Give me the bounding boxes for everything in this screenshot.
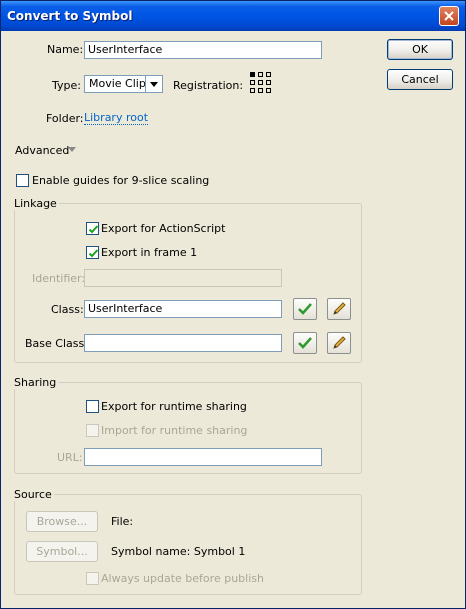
registration-grid-icon: [250, 72, 271, 93]
ok-button[interactable]: OK: [387, 39, 453, 60]
class-field[interactable]: UserInterface: [84, 300, 282, 318]
symbol-name-label: Symbol name: Symbol 1: [111, 545, 246, 558]
base-class-field[interactable]: [84, 334, 282, 352]
base-class-label: Base Class:: [25, 337, 88, 350]
close-button[interactable]: [439, 6, 459, 26]
file-label: File:: [111, 515, 134, 528]
registration-grid[interactable]: [249, 71, 273, 95]
export-frame1-checkbox[interactable]: [86, 246, 99, 259]
validate-base-class-button[interactable]: [293, 332, 317, 354]
export-actionscript-label: Export for ActionScript: [101, 222, 226, 235]
source-group-title: Source: [12, 488, 54, 501]
registration-label: Registration:: [173, 79, 244, 92]
pencil-icon: [333, 336, 346, 349]
name-label: Name:: [47, 43, 84, 56]
triangle-down-icon[interactable]: [68, 146, 77, 154]
class-label: Class:: [51, 303, 84, 316]
name-field[interactable]: UserInterface: [84, 41, 322, 59]
identifier-field[interactable]: [84, 269, 282, 287]
pencil-icon: [333, 302, 346, 315]
folder-label: Folder:: [46, 112, 84, 125]
always-update-checkbox[interactable]: [86, 572, 99, 585]
checkmark-icon: [298, 337, 312, 349]
checkmark-icon: [88, 249, 99, 258]
dialog-title: Convert to Symbol: [7, 9, 133, 23]
advanced-toggle-label[interactable]: Advanced: [15, 144, 69, 157]
checkmark-icon: [298, 303, 312, 315]
identifier-label: Identifier:: [32, 272, 86, 285]
type-label: Type:: [52, 79, 81, 92]
validate-class-button[interactable]: [293, 298, 317, 320]
cancel-button[interactable]: Cancel: [387, 69, 453, 90]
url-field[interactable]: [84, 448, 322, 466]
export-runtime-label: Export for runtime sharing: [101, 400, 247, 413]
browse-button[interactable]: Browse...: [26, 511, 98, 532]
always-update-label: Always update before publish: [101, 572, 264, 585]
export-runtime-checkbox[interactable]: [86, 400, 99, 413]
folder-link[interactable]: Library root: [84, 112, 149, 125]
dialog-body: Name: UserInterface OK Cancel Type: Movi…: [4, 31, 462, 607]
symbol-button[interactable]: Symbol...: [26, 541, 98, 562]
edit-base-class-button[interactable]: [327, 332, 351, 354]
close-icon: [444, 11, 454, 21]
chevron-down-icon: [145, 76, 162, 92]
convert-to-symbol-dialog: Convert to Symbol Name: UserInterface OK…: [0, 0, 466, 609]
edit-class-button[interactable]: [327, 298, 351, 320]
export-frame1-label: Export in frame 1: [101, 246, 198, 259]
type-dropdown[interactable]: Movie Clip: [84, 75, 163, 93]
title-bar[interactable]: Convert to Symbol: [1, 1, 465, 31]
nine-slice-label: Enable guides for 9-slice scaling: [32, 174, 210, 187]
linkage-group-title: Linkage: [12, 197, 59, 210]
export-actionscript-checkbox[interactable]: [86, 222, 99, 235]
import-runtime-label: Import for runtime sharing: [101, 424, 248, 437]
import-runtime-checkbox[interactable]: [86, 424, 99, 437]
nine-slice-checkbox[interactable]: [16, 174, 29, 187]
type-dropdown-value: Movie Clip: [89, 77, 146, 90]
sharing-group-title: Sharing: [12, 376, 59, 389]
url-label: URL:: [57, 451, 83, 464]
checkmark-icon: [88, 225, 99, 234]
